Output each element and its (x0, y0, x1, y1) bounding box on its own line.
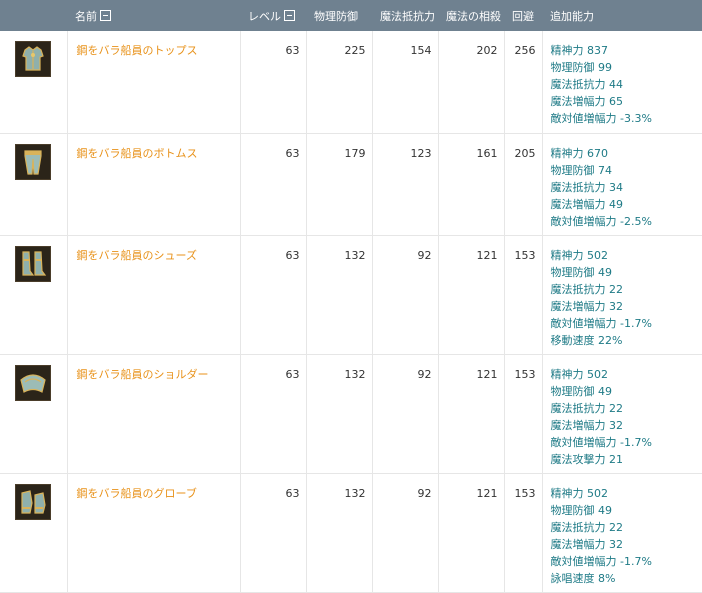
stat-line: 詠唱速度 8% (550, 571, 616, 585)
item-name-link[interactable]: 鋼をバラ船員のトップス (77, 44, 198, 57)
stat-line: 魔法抵抗力 34 (550, 180, 624, 194)
evasion-cell: 205 (504, 133, 543, 236)
phys-def-column-header: 物理防御 (306, 0, 372, 31)
mag-amp-cell: 161 (438, 133, 505, 236)
phys-def-cell: 132 (306, 473, 373, 593)
item-name-link[interactable]: 鋼をバラ船員のグローブ (77, 487, 197, 500)
stat-line: 魔法抵抗力 44 (550, 78, 624, 91)
mag-res-cell: 92 (372, 235, 439, 355)
stat-line: 魔法増幅力 32 (550, 537, 624, 551)
extra-stats-cell: 精神力 502 物理防御 49 魔法抵抗力 22 魔法増幅力 32 敵対値増幅力 -1.… (542, 235, 702, 355)
evasion-column-header: 回避 (504, 0, 542, 31)
stat-line: 魔法攻撃力 21 (550, 452, 624, 466)
level-column-header[interactable]: レベル (240, 0, 306, 31)
table-row: 鋼をバラ船員のグローブ 63 132 92 121 153 精神力 502 物理防御 49 魔法… (0, 473, 702, 593)
table-body: 鋼をバラ船員のトップス 63 225 154 202 256 精神力 837 物理防御 99 魔… (0, 31, 702, 593)
name-cell: 鋼をバラ船員のボトムス (67, 133, 241, 236)
phys-def-cell: 179 (306, 133, 373, 236)
name-column-header[interactable]: 名前 (67, 0, 240, 31)
extra-stats-cell: 精神力 502 物理防御 49 魔法抵抗力 22 魔法増幅力 32 敵対値増幅力 -1.… (542, 354, 702, 474)
armor-bottom-icon[interactable] (15, 143, 52, 180)
stat-line: 敵対値増幅力 -1.7% (550, 554, 652, 568)
name-cell: 鋼をバラ船員のシューズ (67, 235, 241, 355)
stat-line: 敵対値増幅力 -2.5% (550, 214, 652, 228)
phys-def-cell: 225 (306, 31, 373, 134)
icon-cell (0, 31, 68, 134)
icon-cell (0, 133, 68, 236)
item-name-link[interactable]: 鋼をバラ船員のボトムス (77, 147, 198, 160)
armor-top-icon[interactable] (15, 41, 52, 77)
table-row: 鋼をバラ船員のショルダー 63 132 92 121 153 精神力 502 物理防御 49 魔… (0, 354, 702, 474)
stat-line: 魔法抵抗力 22 (550, 401, 624, 415)
level-cell: 63 (240, 133, 307, 236)
level-header-label: レベル (248, 9, 281, 23)
armor-shoes-icon[interactable] (15, 245, 52, 282)
stat-line: 精神力 502 (550, 486, 609, 500)
stat-line: 物理防御 74 (550, 163, 613, 177)
icon-cell (0, 473, 68, 593)
armor-gloves-icon[interactable] (15, 483, 52, 520)
mag-amp-cell: 202 (438, 31, 505, 134)
stat-line: 魔法増幅力 32 (550, 299, 624, 313)
mag-amp-column-header: 魔法の相殺 (438, 0, 504, 31)
mag-res-cell: 92 (372, 354, 439, 474)
stat-line: 精神力 670 (550, 146, 609, 160)
level-cell: 63 (240, 473, 307, 593)
table-header: 名前 レベル 物理防御 魔法抵抗力 魔法の相殺 回避 追加能力 (0, 0, 702, 31)
stat-line: 魔法増幅力 49 (550, 197, 624, 211)
table-row: 鋼をバラ船員のトップス 63 225 154 202 256 精神力 837 物理防御 99 魔… (0, 31, 702, 134)
level-collapse-icon[interactable] (284, 9, 295, 21)
stat-line: 魔法増幅力 65 (550, 95, 624, 108)
stat-line: 精神力 502 (550, 367, 609, 381)
table-row: 鋼をバラ船員のボトムス 63 179 123 161 205 精神力 670 物理防御 74 魔… (0, 133, 702, 236)
mag-amp-cell: 121 (438, 354, 505, 474)
stat-line: 敵対値増幅力 -1.7% (550, 316, 652, 330)
name-cell: 鋼をバラ船員のショルダー (67, 354, 241, 474)
mag-amp-cell: 121 (438, 473, 505, 593)
evasion-cell: 153 (504, 235, 543, 355)
stat-line: 魔法抵抗力 22 (550, 282, 624, 296)
level-cell: 63 (240, 31, 307, 134)
stat-line: 敵対値増幅力 -3.3% (550, 112, 652, 125)
mag-res-cell: 123 (372, 133, 439, 236)
name-header-label: 名前 (75, 9, 97, 23)
stat-line: 敵対値増幅力 -1.7% (550, 435, 652, 449)
name-cell: 鋼をバラ船員のグローブ (67, 473, 241, 593)
item-table: 名前 レベル 物理防御 魔法抵抗力 魔法の相殺 回避 追加能力 鋼をバラ船員のト… (0, 0, 702, 593)
name-cell: 鋼をバラ船員のトップス (67, 31, 241, 134)
stat-line: 魔法増幅力 32 (550, 418, 624, 432)
extra-stats-cell: 精神力 502 物理防御 49 魔法抵抗力 22 魔法増幅力 32 敵対値増幅力 -1.… (542, 473, 702, 593)
mag-res-cell: 154 (372, 31, 439, 134)
stat-line: 物理防御 49 (550, 265, 613, 279)
mag-res-cell: 92 (372, 473, 439, 593)
stat-line: 精神力 502 (550, 248, 609, 262)
phys-def-cell: 132 (306, 235, 373, 355)
icon-cell (0, 354, 68, 474)
extra-column-header: 追加能力 (542, 0, 702, 31)
name-collapse-icon[interactable] (100, 9, 111, 21)
level-cell: 63 (240, 354, 307, 474)
stat-line: 移動速度 22% (550, 333, 623, 347)
stat-line: 魔法抵抗力 22 (550, 520, 624, 534)
stat-line: 物理防御 99 (550, 61, 613, 74)
evasion-cell: 153 (504, 473, 543, 593)
icon-cell (0, 235, 68, 355)
item-name-link[interactable]: 鋼をバラ船員のシューズ (77, 249, 197, 262)
icon-column-header (0, 0, 67, 31)
evasion-cell: 256 (504, 31, 543, 134)
stat-line: 精神力 837 (550, 44, 609, 57)
mag-res-column-header: 魔法抵抗力 (372, 0, 438, 31)
extra-stats-cell: 精神力 837 物理防御 99 魔法抵抗力 44 魔法増幅力 65 敵対値増幅力 -3.… (542, 31, 702, 134)
armor-shoulder-icon[interactable] (15, 364, 52, 401)
phys-def-cell: 132 (306, 354, 373, 474)
evasion-cell: 153 (504, 354, 543, 474)
stat-line: 物理防御 49 (550, 503, 613, 517)
extra-stats-cell: 精神力 670 物理防御 74 魔法抵抗力 34 魔法増幅力 49 敵対値増幅力 -2.… (542, 133, 702, 236)
stat-line: 物理防御 49 (550, 384, 613, 398)
item-name-link[interactable]: 鋼をバラ船員のショルダー (77, 368, 209, 381)
mag-amp-cell: 121 (438, 235, 505, 355)
level-cell: 63 (240, 235, 307, 355)
table-row: 鋼をバラ船員のシューズ 63 132 92 121 153 精神力 502 物理防御 49 魔法… (0, 235, 702, 355)
